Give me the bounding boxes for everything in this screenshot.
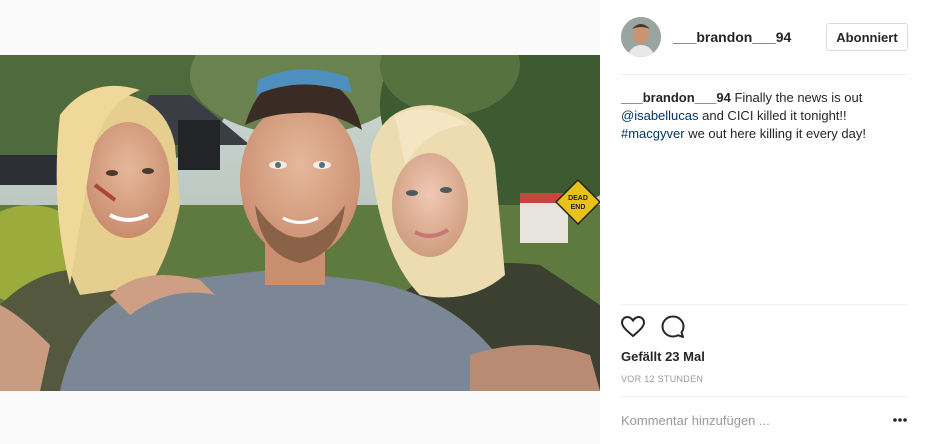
post-caption: ___brandon___94 Finally the news is out … xyxy=(621,89,893,143)
header-divider xyxy=(620,74,908,75)
svg-text:DEAD: DEAD xyxy=(568,195,588,202)
post-side-panel: ___brandon___94 Abonniert ___brandon___9… xyxy=(600,0,928,444)
comment-divider xyxy=(620,396,908,397)
ellipsis-icon[interactable] xyxy=(892,416,908,424)
avatar-image xyxy=(621,17,661,57)
post-username[interactable]: ___brandon___94 xyxy=(673,29,791,45)
speech-bubble-icon[interactable] xyxy=(660,314,686,340)
avatar[interactable] xyxy=(621,17,661,57)
caption-mention[interactable]: @isabellucas xyxy=(621,108,699,123)
selfie-image: DEAD END xyxy=(0,55,600,391)
caption-text: Finally the news is out xyxy=(730,90,863,105)
caption-username[interactable]: ___brandon___94 xyxy=(621,90,731,105)
post-photo[interactable]: DEAD END xyxy=(0,55,600,391)
follow-button[interactable]: Abonniert xyxy=(826,23,908,51)
likes-count[interactable]: Gefällt 23 Mal xyxy=(621,349,705,364)
caption-text: we out here killing it every day! xyxy=(684,126,866,141)
heart-icon[interactable] xyxy=(620,314,646,340)
caption-text: and CICI killed it tonight!! xyxy=(698,108,847,123)
post-timestamp[interactable]: VOR 12 STUNDEN xyxy=(621,374,703,384)
post-actions xyxy=(620,314,740,342)
media-pane: DEAD END xyxy=(0,0,600,444)
post-header: ___brandon___94 Abonniert xyxy=(600,0,928,74)
caption-hashtag[interactable]: #macgyver xyxy=(621,126,685,141)
svg-text:END: END xyxy=(571,204,586,211)
actions-divider xyxy=(620,304,908,305)
comment-input[interactable]: Kommentar hinzufügen ... xyxy=(621,413,770,428)
